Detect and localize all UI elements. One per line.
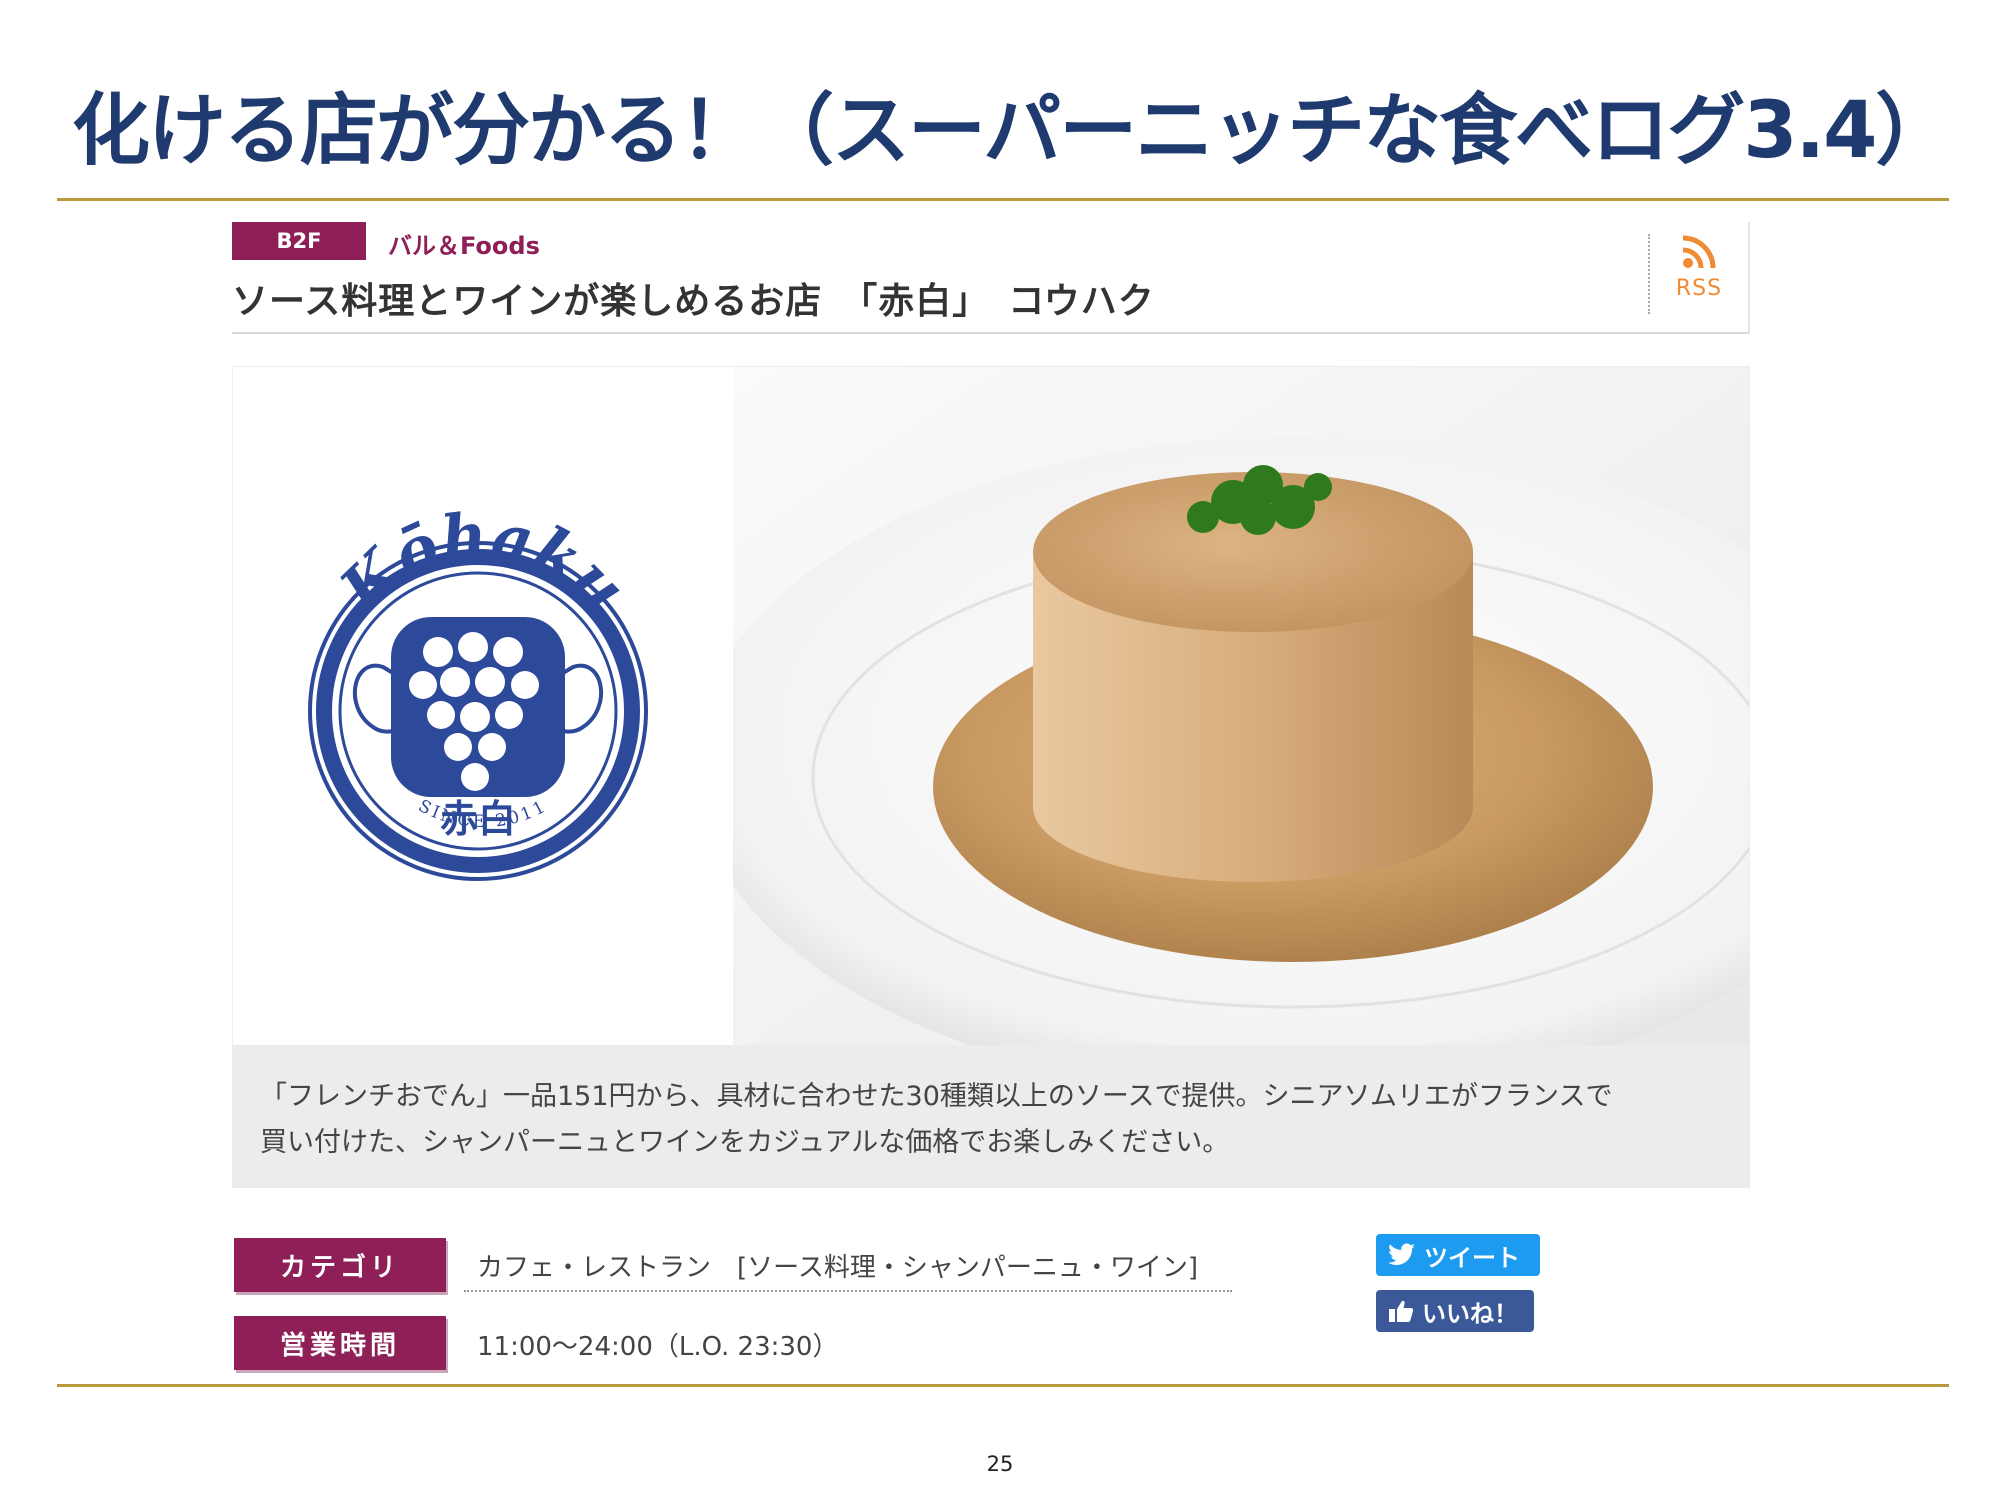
footer-rule [57, 1384, 1949, 1387]
shop-header: B2F バル＆Foods ソース料理とワインが楽しめるお店 「赤白」 コウハク … [232, 222, 1750, 334]
category-label: カテゴリ [234, 1238, 446, 1292]
shop-description: 「フレンチおでん」一品151円から、具材に合わせた30種類以上のソースで提供。シ… [232, 1046, 1750, 1188]
logo-kanji: 赤白 [440, 797, 516, 841]
tweet-button[interactable]: ツイート [1376, 1234, 1540, 1276]
hours-label: 営業時間 [234, 1316, 446, 1370]
french-oden-photo [693, 367, 1749, 1045]
like-label: いいね！ [1422, 1299, 1518, 1328]
shop-name: ソース料理とワインが楽しめるお店 「赤白」 コウハク [232, 281, 1155, 322]
page-number: 25 [986, 1452, 1014, 1476]
category-tag[interactable]: バル＆Foods [388, 226, 540, 261]
rss-divider [1648, 234, 1650, 314]
title-rule [57, 198, 1949, 201]
rss-label: RSS [1675, 276, 1723, 301]
info-divider [464, 1290, 1232, 1292]
tweet-label: ツイート [1424, 1243, 1520, 1272]
rss-button[interactable]: RSS [1664, 232, 1734, 312]
shop-logo-panel: Kōhaku SINCE 2011 赤白 [233, 367, 733, 1045]
floor-badge: B2F [232, 222, 366, 260]
description-line: 「フレンチおでん」一品151円から、具材に合わせた30種類以上のソースで提供。シ… [260, 1081, 1613, 1112]
slide-title: 化ける店が分かる！（スーパーニッチな食べログ3.4） [72, 86, 1953, 176]
category-value: カフェ・レストラン [ソース料理・シャンパーニュ・ワイン] [477, 1253, 1198, 1283]
like-button[interactable]: いいね！ [1376, 1290, 1534, 1332]
hours-value: 11:00～24:00（L.O. 23:30） [477, 1332, 839, 1362]
thumbs-up-icon [1389, 1300, 1414, 1322]
twitter-bird-icon [1388, 1243, 1415, 1265]
description-line: 買い付けた、シャンパーニュとワインをカジュアルな価格でお楽しみください。 [260, 1127, 1230, 1158]
kohaku-logo: Kōhaku SINCE 2011 赤白 [308, 498, 648, 881]
hero-image: Kōhaku SINCE 2011 赤白 [232, 366, 1750, 1046]
rss-icon [1682, 235, 1716, 269]
dish-photo [693, 367, 1749, 1045]
